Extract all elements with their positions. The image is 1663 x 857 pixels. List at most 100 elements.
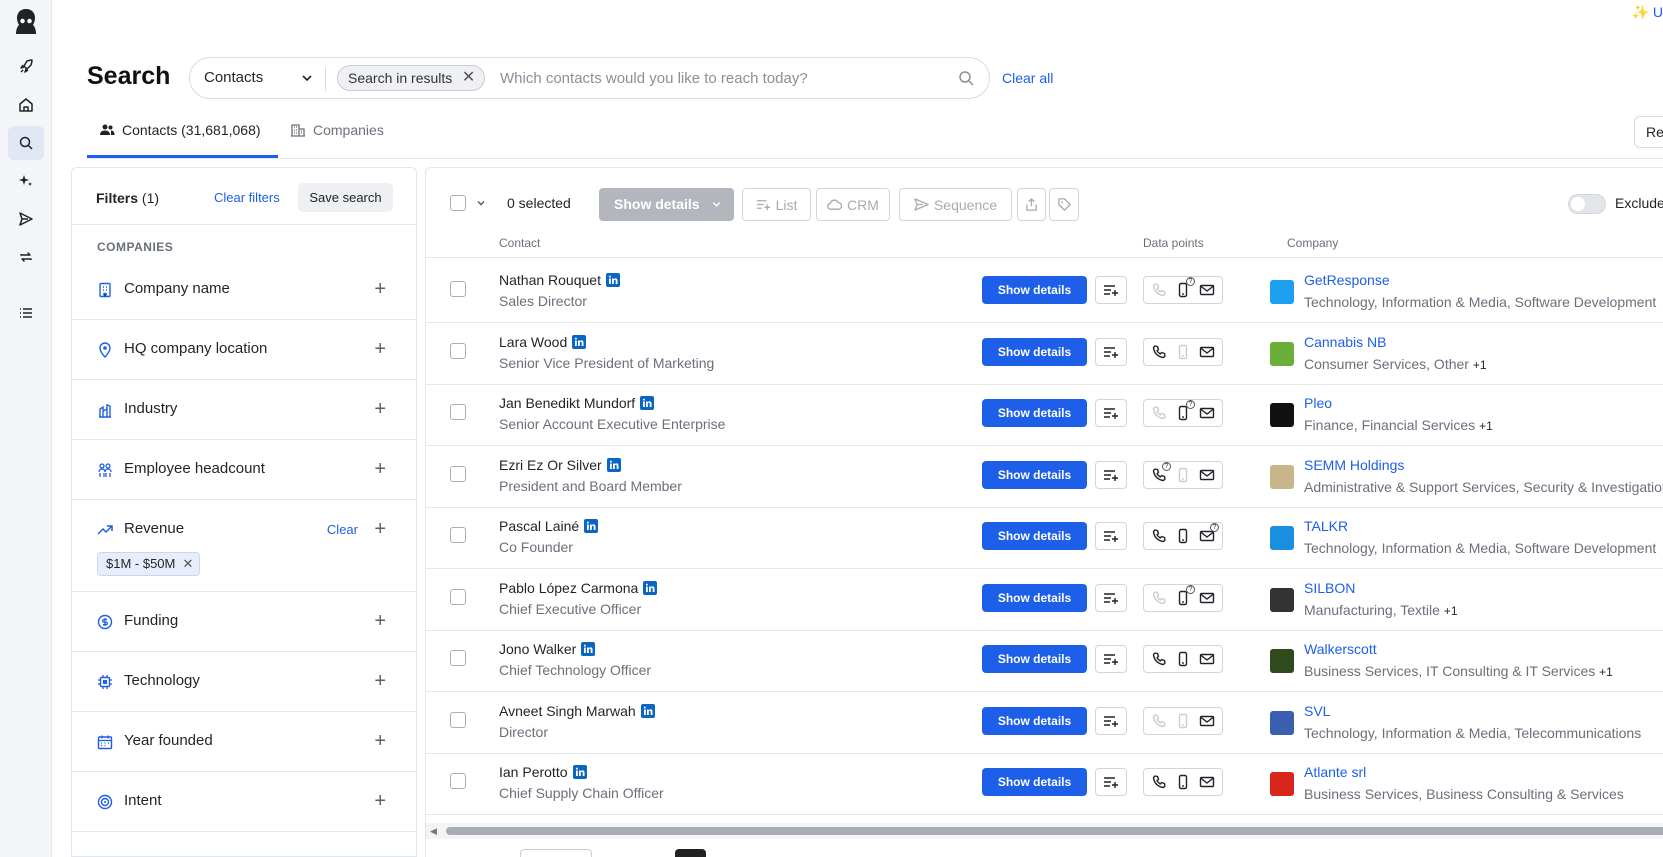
reset-button[interactable]: Re (1634, 116, 1663, 148)
send-icon[interactable] (8, 202, 44, 236)
email-icon[interactable] (1199, 467, 1215, 483)
email-icon[interactable]: ? (1199, 523, 1219, 544)
phone-icon[interactable] (1151, 590, 1167, 606)
company-name-link[interactable]: Cannabis NB (1304, 334, 1387, 350)
phone-icon[interactable] (1151, 713, 1167, 729)
more-count[interactable]: +1 (1444, 604, 1458, 618)
show-details-button[interactable]: Show details (982, 399, 1087, 427)
search-in-results-chip[interactable]: Search in results ✕ (337, 65, 486, 91)
search-input[interactable] (500, 65, 940, 91)
row-checkbox[interactable] (450, 773, 466, 789)
add-to-list-button[interactable] (1095, 645, 1127, 673)
contact-name[interactable]: Jan Benedikt Mundorf (499, 395, 655, 411)
plus-icon[interactable]: + (374, 611, 386, 631)
more-count[interactable]: +1 (1599, 665, 1613, 679)
plus-icon[interactable]: + (374, 791, 386, 811)
add-to-list-button[interactable] (1095, 768, 1127, 796)
tab-contacts[interactable]: Contacts (31,681,068) (87, 118, 278, 158)
linkedin-icon[interactable] (640, 703, 655, 718)
table-row[interactable]: Ezri Ez Or Silver President and Board Me… (426, 443, 1663, 508)
select-all-checkbox[interactable] (450, 195, 466, 211)
table-row[interactable]: Jan Benedikt Mundorf Senior Account Exec… (426, 381, 1663, 446)
show-details-button[interactable]: Show details (982, 337, 1087, 366)
upgrade-link[interactable]: ✨ U (1632, 4, 1663, 21)
mobile-icon[interactable]: ? (1175, 277, 1195, 298)
phone-icon[interactable] (1151, 282, 1167, 298)
show-details-button[interactable]: Show details (982, 768, 1087, 796)
filter-year-founded[interactable]: Year founded + (72, 712, 416, 772)
add-to-list-button[interactable] (1095, 276, 1127, 304)
mobile-icon[interactable] (1175, 344, 1191, 360)
close-icon[interactable]: ✕ (462, 66, 475, 90)
sequence-button[interactable]: Sequence (899, 188, 1012, 221)
row-checkbox[interactable] (450, 465, 466, 482)
table-row[interactable]: Ian Perotto Chief Supply Chain Officer S… (426, 750, 1663, 815)
app-logo-icon[interactable] (10, 6, 42, 38)
phone-icon[interactable] (1151, 344, 1167, 360)
sync-icon[interactable] (8, 240, 44, 274)
scrollbar-thumb[interactable] (446, 827, 1663, 835)
show-details-button[interactable]: Show details (982, 522, 1087, 550)
plus-icon[interactable]: + (374, 459, 386, 479)
mobile-icon[interactable] (1175, 467, 1191, 483)
email-icon[interactable] (1199, 590, 1215, 606)
close-icon[interactable]: ✕ (182, 553, 193, 575)
company-name-link[interactable]: SILBON (1304, 580, 1355, 596)
export-button[interactable] (1017, 188, 1046, 221)
company-name-link[interactable]: Walkerscott (1304, 641, 1377, 657)
sparkle-icon[interactable] (8, 164, 44, 198)
linkedin-icon[interactable] (572, 334, 587, 349)
email-icon[interactable] (1199, 282, 1215, 298)
contact-name[interactable]: Pascal Lainé (499, 518, 599, 534)
company-name-link[interactable]: SEMM Holdings (1304, 457, 1404, 473)
show-details-bulk-button[interactable]: Show details (599, 188, 734, 221)
add-to-list-button[interactable] (1095, 583, 1127, 612)
contact-name[interactable]: Nathan Rouquet (499, 272, 620, 288)
add-to-list-button[interactable] (1095, 522, 1127, 550)
email-icon[interactable] (1199, 651, 1215, 667)
email-icon[interactable] (1199, 405, 1215, 421)
filter-hq-location[interactable]: HQ company location + (72, 320, 416, 380)
current-page-button[interactable] (675, 849, 706, 857)
phone-icon[interactable] (1151, 405, 1167, 421)
show-details-button[interactable]: Show details (982, 276, 1087, 304)
chevron-down-icon[interactable] (475, 197, 487, 209)
row-checkbox[interactable] (450, 588, 466, 605)
add-to-list-button[interactable] (1095, 460, 1127, 489)
plus-icon[interactable]: + (374, 339, 386, 359)
clear-filters-link[interactable]: Clear filters (214, 190, 280, 205)
scroll-left-icon[interactable]: ◀ (430, 826, 437, 837)
filter-intent[interactable]: Intent + (72, 772, 416, 832)
chevron-down-icon[interactable] (297, 68, 317, 88)
mobile-icon[interactable]: ? (1175, 400, 1195, 421)
company-name-link[interactable]: Pleo (1304, 395, 1332, 411)
table-row[interactable]: Pascal Lainé Co Founder Show details ? T… (426, 504, 1663, 569)
company-name-link[interactable]: Atlante srl (1304, 764, 1366, 780)
linkedin-icon[interactable] (643, 580, 658, 595)
crm-button[interactable]: CRM (816, 188, 890, 221)
email-icon[interactable] (1199, 344, 1215, 360)
filter-technology[interactable]: Technology + (72, 652, 416, 712)
mobile-icon[interactable] (1175, 528, 1191, 544)
table-row[interactable]: Avneet Singh Marwah Director Show detail… (426, 689, 1663, 754)
plus-icon[interactable]: + (374, 399, 386, 419)
contact-name[interactable]: Jono Walker (499, 641, 596, 657)
rows-per-page-select[interactable] (520, 849, 592, 857)
linkedin-icon[interactable] (572, 765, 587, 779)
mobile-icon[interactable] (1175, 651, 1191, 667)
home-icon[interactable] (8, 88, 44, 122)
company-name-link[interactable]: GetResponse (1304, 272, 1390, 288)
search-icon[interactable] (957, 69, 975, 87)
search-type-select[interactable]: Contacts (204, 69, 263, 86)
table-row[interactable]: Jono Walker Chief Technology Officer Sho… (426, 627, 1663, 692)
contact-name[interactable]: Ian Perotto (499, 764, 587, 780)
rocket-icon[interactable] (8, 50, 44, 84)
email-icon[interactable] (1199, 774, 1215, 790)
save-search-button[interactable]: Save search (298, 183, 393, 212)
row-checkbox[interactable] (450, 650, 466, 666)
email-icon[interactable] (1199, 713, 1215, 729)
linkedin-icon[interactable] (606, 457, 621, 472)
filter-company-name[interactable]: Company name + (72, 260, 416, 320)
contact-name[interactable]: Pablo López Carmona (499, 580, 658, 596)
clear-revenue-link[interactable]: Clear (327, 522, 358, 537)
